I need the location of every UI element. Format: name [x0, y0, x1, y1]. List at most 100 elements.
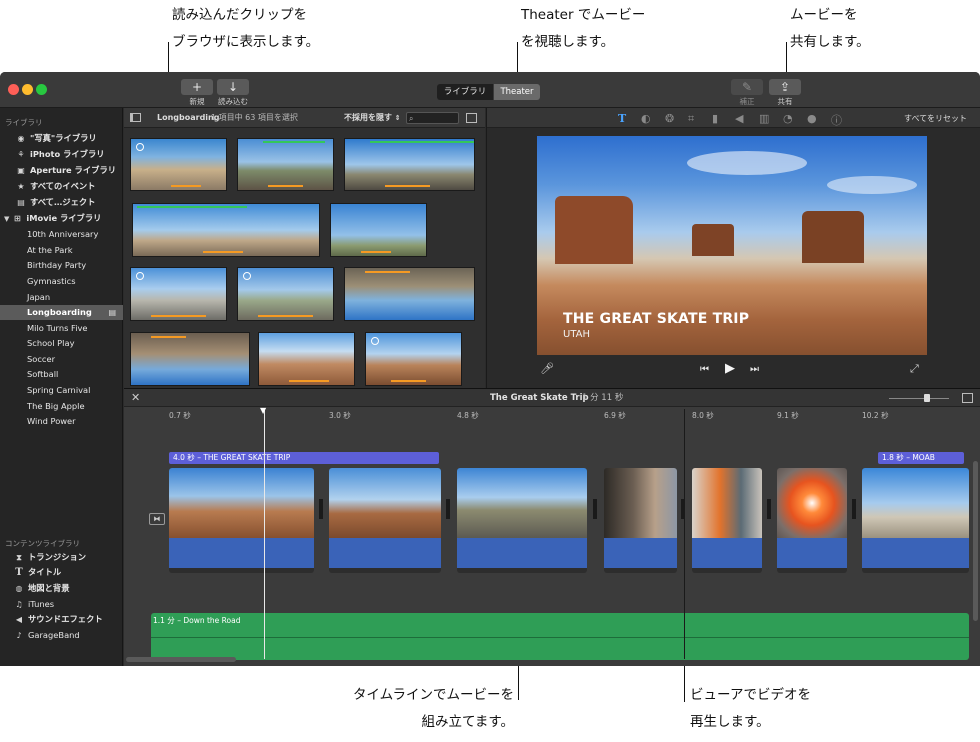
connect-handle-icon[interactable]: ⧓: [149, 513, 165, 525]
clip-thumbnail[interactable]: [130, 138, 227, 191]
sidebar-item-all-projects[interactable]: ▤ すべて…ジェクト: [0, 195, 123, 210]
playhead-marker-icon[interactable]: ▼: [260, 406, 266, 415]
sidebar-event-milo-turns-five[interactable]: Milo Turns Five: [0, 321, 123, 336]
video-clip[interactable]: [169, 468, 314, 573]
sidebar-item-garageband[interactable]: ♪ GarageBand: [0, 628, 123, 643]
filter-icon[interactable]: ●: [807, 112, 817, 125]
clip-thumbnail[interactable]: [365, 332, 462, 386]
sidebar-event-soccer[interactable]: Soccer: [0, 352, 123, 367]
transition-marker[interactable]: [767, 499, 771, 519]
reset-all-button[interactable]: すべてをリセット: [904, 113, 967, 124]
equalizer-icon[interactable]: ▥: [759, 112, 769, 125]
title-clip[interactable]: 1.8 秒 – MOAB: [878, 452, 964, 464]
clip-thumbnail[interactable]: [237, 267, 334, 321]
filter-popup[interactable]: 不採用を隠す ⇕: [344, 108, 401, 128]
butte-left: [555, 196, 633, 264]
playhead[interactable]: [264, 409, 265, 659]
import-button[interactable]: ↓: [217, 79, 249, 95]
skimmer-line: [684, 409, 685, 659]
video-clip[interactable]: [457, 468, 587, 573]
clip-thumbnail[interactable]: [344, 138, 475, 191]
clip-thumbnail[interactable]: [344, 267, 475, 321]
transition-marker[interactable]: [852, 499, 856, 519]
tab-theater[interactable]: Theater: [494, 84, 540, 100]
color-balance-icon[interactable]: ◐: [641, 112, 651, 125]
sidebar-event-birthday-party[interactable]: Birthday Party: [0, 258, 123, 273]
title-clip[interactable]: 4.0 秒 – THE GREAT SKATE TRIP: [169, 452, 439, 464]
minimize-window-button[interactable]: [22, 84, 33, 95]
crop-icon[interactable]: ⌗: [688, 112, 694, 126]
disclosure-triangle-icon[interactable]: ▼: [4, 215, 9, 223]
range-bar: [268, 185, 303, 187]
viewer-frame[interactable]: THE GREAT SKATE TRIP UTAH: [537, 136, 927, 355]
speed-icon[interactable]: ◔: [783, 112, 793, 125]
sidebar-item-sound-effects[interactable]: ◀ サウンドエフェクト: [0, 612, 123, 627]
sidebar-item-aperture-library[interactable]: ▣ Aperture ライブラリ: [0, 163, 123, 178]
video-clip[interactable]: [862, 468, 969, 573]
guitar-icon: ♪: [16, 631, 22, 640]
clip-badge-icon: [136, 143, 144, 151]
sidebar-item-titles[interactable]: T タイトル: [0, 565, 123, 580]
sidebar-event-spring-carnival[interactable]: Spring Carnival: [0, 383, 123, 398]
zoom-slider[interactable]: [889, 398, 949, 399]
sidebar-event-gymnastics[interactable]: Gymnastics: [0, 274, 123, 289]
close-window-button[interactable]: [8, 84, 19, 95]
fullscreen-icon[interactable]: ⤢: [910, 362, 919, 376]
sidebar-event-school-play[interactable]: School Play: [0, 336, 123, 351]
sidebar-event-10th-anniversary[interactable]: 10th Anniversary: [0, 227, 123, 242]
music-clip[interactable]: 1.1 分 – Down the Road: [151, 613, 969, 660]
search-input[interactable]: ⌕: [406, 112, 459, 124]
adjust-button[interactable]: ✎: [731, 79, 763, 95]
transition-marker[interactable]: [319, 499, 323, 519]
clip-thumbnail[interactable]: [237, 138, 334, 191]
zoom-window-button[interactable]: [36, 84, 47, 95]
zoom-slider-knob[interactable]: [924, 394, 930, 402]
video-clip[interactable]: [777, 468, 847, 573]
sidebar-event-japan[interactable]: Japan: [0, 290, 123, 305]
close-icon[interactable]: ✕: [131, 389, 140, 407]
sidebar-event-wind-power[interactable]: Wind Power: [0, 414, 123, 429]
clip-thumbnail[interactable]: [258, 332, 355, 386]
stabilization-icon[interactable]: ▮: [712, 112, 718, 125]
clip-thumbnail[interactable]: [132, 203, 320, 257]
video-clip[interactable]: [604, 468, 677, 573]
clip-thumbnail[interactable]: [130, 267, 227, 321]
share-button[interactable]: ⇪: [769, 79, 801, 95]
sidebar-item-imovie-library[interactable]: ▼ ⊞ iMovie ライブラリ: [0, 211, 123, 226]
microphone-icon[interactable]: 🎤︎: [540, 362, 554, 375]
sidebar-event-longboarding[interactable]: Longboarding ▤: [0, 305, 123, 320]
info-icon[interactable]: ⓘ: [831, 112, 842, 128]
color-correction-icon[interactable]: ❂: [665, 112, 674, 125]
tab-library[interactable]: ライブラリ: [437, 84, 493, 100]
horizontal-scrollbar[interactable]: [126, 657, 236, 662]
sidebar-item-itunes[interactable]: ♫ iTunes: [0, 597, 123, 612]
video-clip[interactable]: [692, 468, 762, 573]
sidebar-item-iphoto-library[interactable]: ⚘ iPhoto ライブラリ: [0, 147, 123, 162]
sidebar-item-all-events[interactable]: ★ すべてのイベント: [0, 179, 123, 194]
vertical-scrollbar[interactable]: [973, 461, 978, 621]
skip-forward-icon[interactable]: ⏭︎: [750, 364, 759, 375]
sidebar-item-transitions[interactable]: ⧗ トランジション: [0, 550, 123, 565]
new-button[interactable]: +: [181, 79, 213, 95]
sidebar-item-photos-library[interactable]: ◉ "写真"ライブラリ: [0, 131, 123, 146]
filmstrip-icon[interactable]: [466, 113, 477, 123]
transition-marker[interactable]: [593, 499, 597, 519]
sidebar-event-softball[interactable]: Softball: [0, 367, 123, 382]
title-tool-icon[interactable]: T: [618, 112, 626, 125]
sidebar-toggle-icon[interactable]: [130, 113, 141, 122]
sidebar-item-maps-backgrounds[interactable]: ◍ 地図と背景: [0, 581, 123, 596]
transition-marker[interactable]: [446, 499, 450, 519]
volume-icon[interactable]: ◀: [735, 112, 743, 125]
butte-center: [692, 224, 734, 256]
clip-thumbnail[interactable]: [330, 203, 427, 257]
favorite-bar: [137, 206, 247, 208]
sidebar-event-the-big-apple[interactable]: The Big Apple: [0, 399, 123, 414]
filmstrip-icon[interactable]: [962, 393, 973, 403]
grid-icon: ⊞: [14, 214, 21, 223]
video-clip[interactable]: [329, 468, 441, 573]
skip-back-icon[interactable]: ⏮︎: [700, 364, 709, 375]
clip-thumbnail[interactable]: [130, 332, 250, 386]
sidebar-event-at-the-park[interactable]: At the Park: [0, 243, 123, 258]
ruler-label: 0.7 秒: [169, 411, 191, 420]
play-icon[interactable]: ▶: [725, 361, 735, 376]
